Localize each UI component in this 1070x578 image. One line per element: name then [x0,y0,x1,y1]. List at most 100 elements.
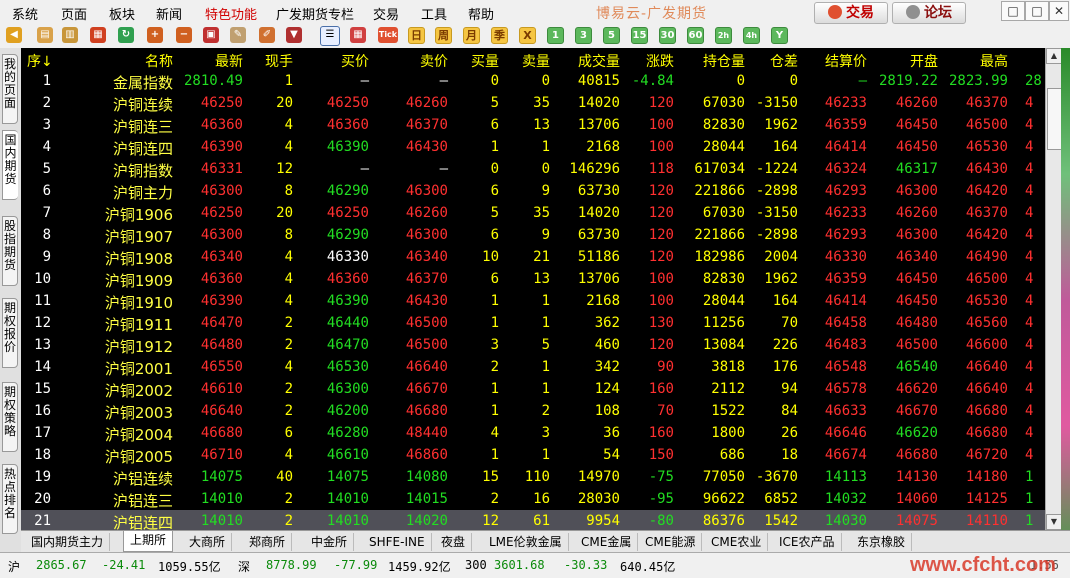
menu-help[interactable]: 帮助 [468,4,494,23]
scroll-thumb[interactable] [1047,88,1062,150]
table-row[interactable]: 19 沪铝连续 14075 40 14075 14080 15 110 14970 -75 7705… [21,466,1045,488]
zoom-in-icon[interactable]: + [147,27,163,43]
sidebar-tab-option-strategy[interactable]: 期权策略 [2,382,18,452]
table-icon[interactable]: ▦ [350,27,366,43]
report-icon[interactable]: ▦ [90,27,106,43]
refresh-icon[interactable]: ↻ [118,27,134,43]
period-month-button[interactable]: 月 [463,27,480,44]
minute-3-button[interactable]: 3 [575,27,592,44]
tick-button[interactable]: Tick [378,27,398,43]
table-row[interactable]: 6 沪铜主力 46300 8 46290 46300 6 9 63730 120 221866 -28… [21,180,1045,202]
table-row[interactable]: 16 沪铜2003 46640 2 46200 46680 1 2 108 70 1522 84 466… [21,400,1045,422]
zoom-out-icon[interactable]: − [176,27,192,43]
exchange-tab[interactable]: 东京橡胶 [851,533,913,551]
exchange-tab[interactable]: SHFE-INE [363,533,432,551]
table-row[interactable]: 17 沪铜2004 46680 6 46280 48440 4 3 36 160 1800 26 466… [21,422,1045,444]
scroll-down-button[interactable]: ▼ [1046,514,1062,530]
column-header-ask[interactable]: 卖价 [377,51,448,71]
vertical-scrollbar[interactable]: ▲ ▼ [1045,48,1062,530]
column-header-bidvol[interactable]: 买量 [461,51,499,71]
filter-icon[interactable]: ▼ [286,27,302,43]
list-view-icon[interactable]: ☰ [320,26,340,46]
window-icon[interactable]: ▣ [203,27,219,43]
sidebar-tab-domestic-futures[interactable]: 国内期货 [2,130,18,200]
hour-4-button[interactable]: 4h [743,27,760,44]
hour-2-button[interactable]: 2h [715,27,732,44]
exchange-tab[interactable]: 上期所 [123,531,174,552]
period-day-button[interactable]: 日 [408,27,425,44]
menu-news[interactable]: 新闻 [156,4,182,23]
column-header-hands[interactable]: 现手 [243,51,293,71]
close-button[interactable]: ✕ [1049,1,1069,21]
period-week-button[interactable]: 周 [435,27,452,44]
table-row[interactable]: 1 金属指数 2810.49 1— —0 0 40815 -4.84 0 0—2819.22 282… [21,70,1045,92]
column-header-settle[interactable]: 结算价 [807,51,867,71]
exchange-tab[interactable]: CME金属 [575,533,639,551]
table-row[interactable]: 7 沪铜1906 46250 20 46250 46260 5 35 14020 120 67030… [21,202,1045,224]
table-row[interactable]: 20 沪铝连三 14010 2 14010 14015 2 16 28030 -95 96622 68… [21,488,1045,510]
table-row[interactable]: 8 沪铜1907 46300 8 46290 46300 6 9 63730 120 221866-… [21,224,1045,246]
minute-30-button[interactable]: 30 [659,27,676,44]
table-row[interactable]: 21 沪铝连四 14010 2 14010 14020 12 61 9954 -80 86376 15… [21,510,1045,530]
table-row[interactable]: 11 沪铜1910 46390 4 46390 46430 1 1 2168 100 28044 16… [21,290,1045,312]
exchange-tab[interactable]: LME伦敦金属 [483,533,569,551]
exchange-tab[interactable]: ICE农产品 [773,533,842,551]
column-header-open[interactable]: 开盘 [877,51,938,71]
back-arrow-icon[interactable]: ◀ [6,27,22,43]
menu-trade[interactable]: 交易 [373,4,399,23]
maximize-button[interactable]: □ [1025,1,1049,21]
exchange-tab[interactable]: CME能源 [639,533,703,551]
pencil-icon[interactable]: ✎ [230,27,246,43]
exchange-tab[interactable]: 郑商所 [243,533,293,551]
menu-gf-column[interactable]: 广发期货专栏 [276,4,354,23]
minute-60-button[interactable]: 60 [687,27,704,44]
minute-15-button[interactable]: 15 [631,27,648,44]
minimize-button[interactable]: □ [1001,1,1025,21]
menu-sector[interactable]: 板块 [109,4,135,23]
table-row[interactable]: 13 沪铜1912 46480 2 46470 46500 3 5 460 120 13084 226… [21,334,1045,356]
table-row[interactable]: 9 沪铜1908 46340 4 46330 46340 10 21 51186 120 18298… [21,246,1045,268]
forum-button[interactable]: 论坛 [892,2,966,24]
column-header-oi[interactable]: 持仓量 [681,51,745,71]
exchange-tab[interactable]: 中金所 [305,533,355,551]
period-year-button[interactable]: Y [771,27,788,44]
table-row[interactable]: 4 沪铜连四 46390 4 46390 46430 1 1 2168 100 28044 164 46… [21,136,1045,158]
exchange-tab[interactable]: 大商所 [183,533,233,551]
sidebar-tab-option-quotes[interactable]: 期权报价 [2,298,18,368]
menu-page[interactable]: 页面 [61,4,87,23]
draw-icon[interactable]: ✐ [259,27,275,43]
table-row[interactable]: 5 沪铜指数 46331 12 — — 0 0 146296 118 617034 -1224 4632… [21,158,1045,180]
column-header-oidiff[interactable]: 仓差 [751,51,798,71]
menu-system[interactable]: 系统 [12,4,38,23]
scroll-up-button[interactable]: ▲ [1046,48,1062,64]
table-row[interactable]: 15 沪铜2002 46610 2 46300 46670 1 1 124 160 2112 94 46… [21,378,1045,400]
minute-5-button[interactable]: 5 [603,27,620,44]
column-header-high[interactable]: 最高 [945,51,1008,71]
menu-special-features[interactable]: 特色功能 [205,4,257,23]
exchange-tab[interactable]: CME农业 [705,533,769,551]
column-header-bid[interactable]: 买价 [303,51,369,71]
trade-button[interactable]: 交易 [814,2,888,24]
table-row[interactable]: 12 沪铜1911 46470 2 46440 46500 1 1 362 130 11256 70 4… [21,312,1045,334]
column-header-name[interactable]: 名称 [81,51,173,71]
column-header-volume[interactable]: 成交量 [561,51,620,71]
period-quarter-button[interactable]: 季 [491,27,508,44]
table-row[interactable]: 3 沪铜连三 46360 4 46360 46370 6 13 13706 100 82830 196… [21,114,1045,136]
column-header-seq[interactable]: 序↓ [27,51,53,71]
minute-1-button[interactable]: 1 [547,27,564,44]
table-row[interactable]: 2 沪铜连续 46250 20 46250 46260 5 35 14020 120 67030 -3… [21,92,1045,114]
column-header-change[interactable]: 涨跌 [631,51,674,71]
exchange-tab[interactable]: 夜盘 [435,533,473,551]
menu-tools[interactable]: 工具 [421,4,447,23]
table-row[interactable]: 14 沪铜2001 46550 4 46530 46640 2 1 342 90 3818 176 46… [21,356,1045,378]
notepad-icon[interactable]: ▤ [37,27,53,43]
sidebar-tab-hot-ranking[interactable]: 热点排名 [2,464,18,534]
column-header-askvol[interactable]: 卖量 [507,51,550,71]
table-row[interactable]: 10 沪铜1909 46360 4 46360 46370 6 13 13706 100 82830… [21,268,1045,290]
column-header-last[interactable]: 最新 [181,51,243,71]
exchange-tab[interactable]: 国内期货主力 [25,533,111,551]
period-x-button[interactable]: X [519,27,536,44]
table-row[interactable]: 18 沪铜2005 46710 4 46610 46860 1 1 54 150 686 18 4667… [21,444,1045,466]
book-icon[interactable]: ▥ [62,27,78,43]
sidebar-tab-index-futures[interactable]: 股指期货 [2,216,18,286]
